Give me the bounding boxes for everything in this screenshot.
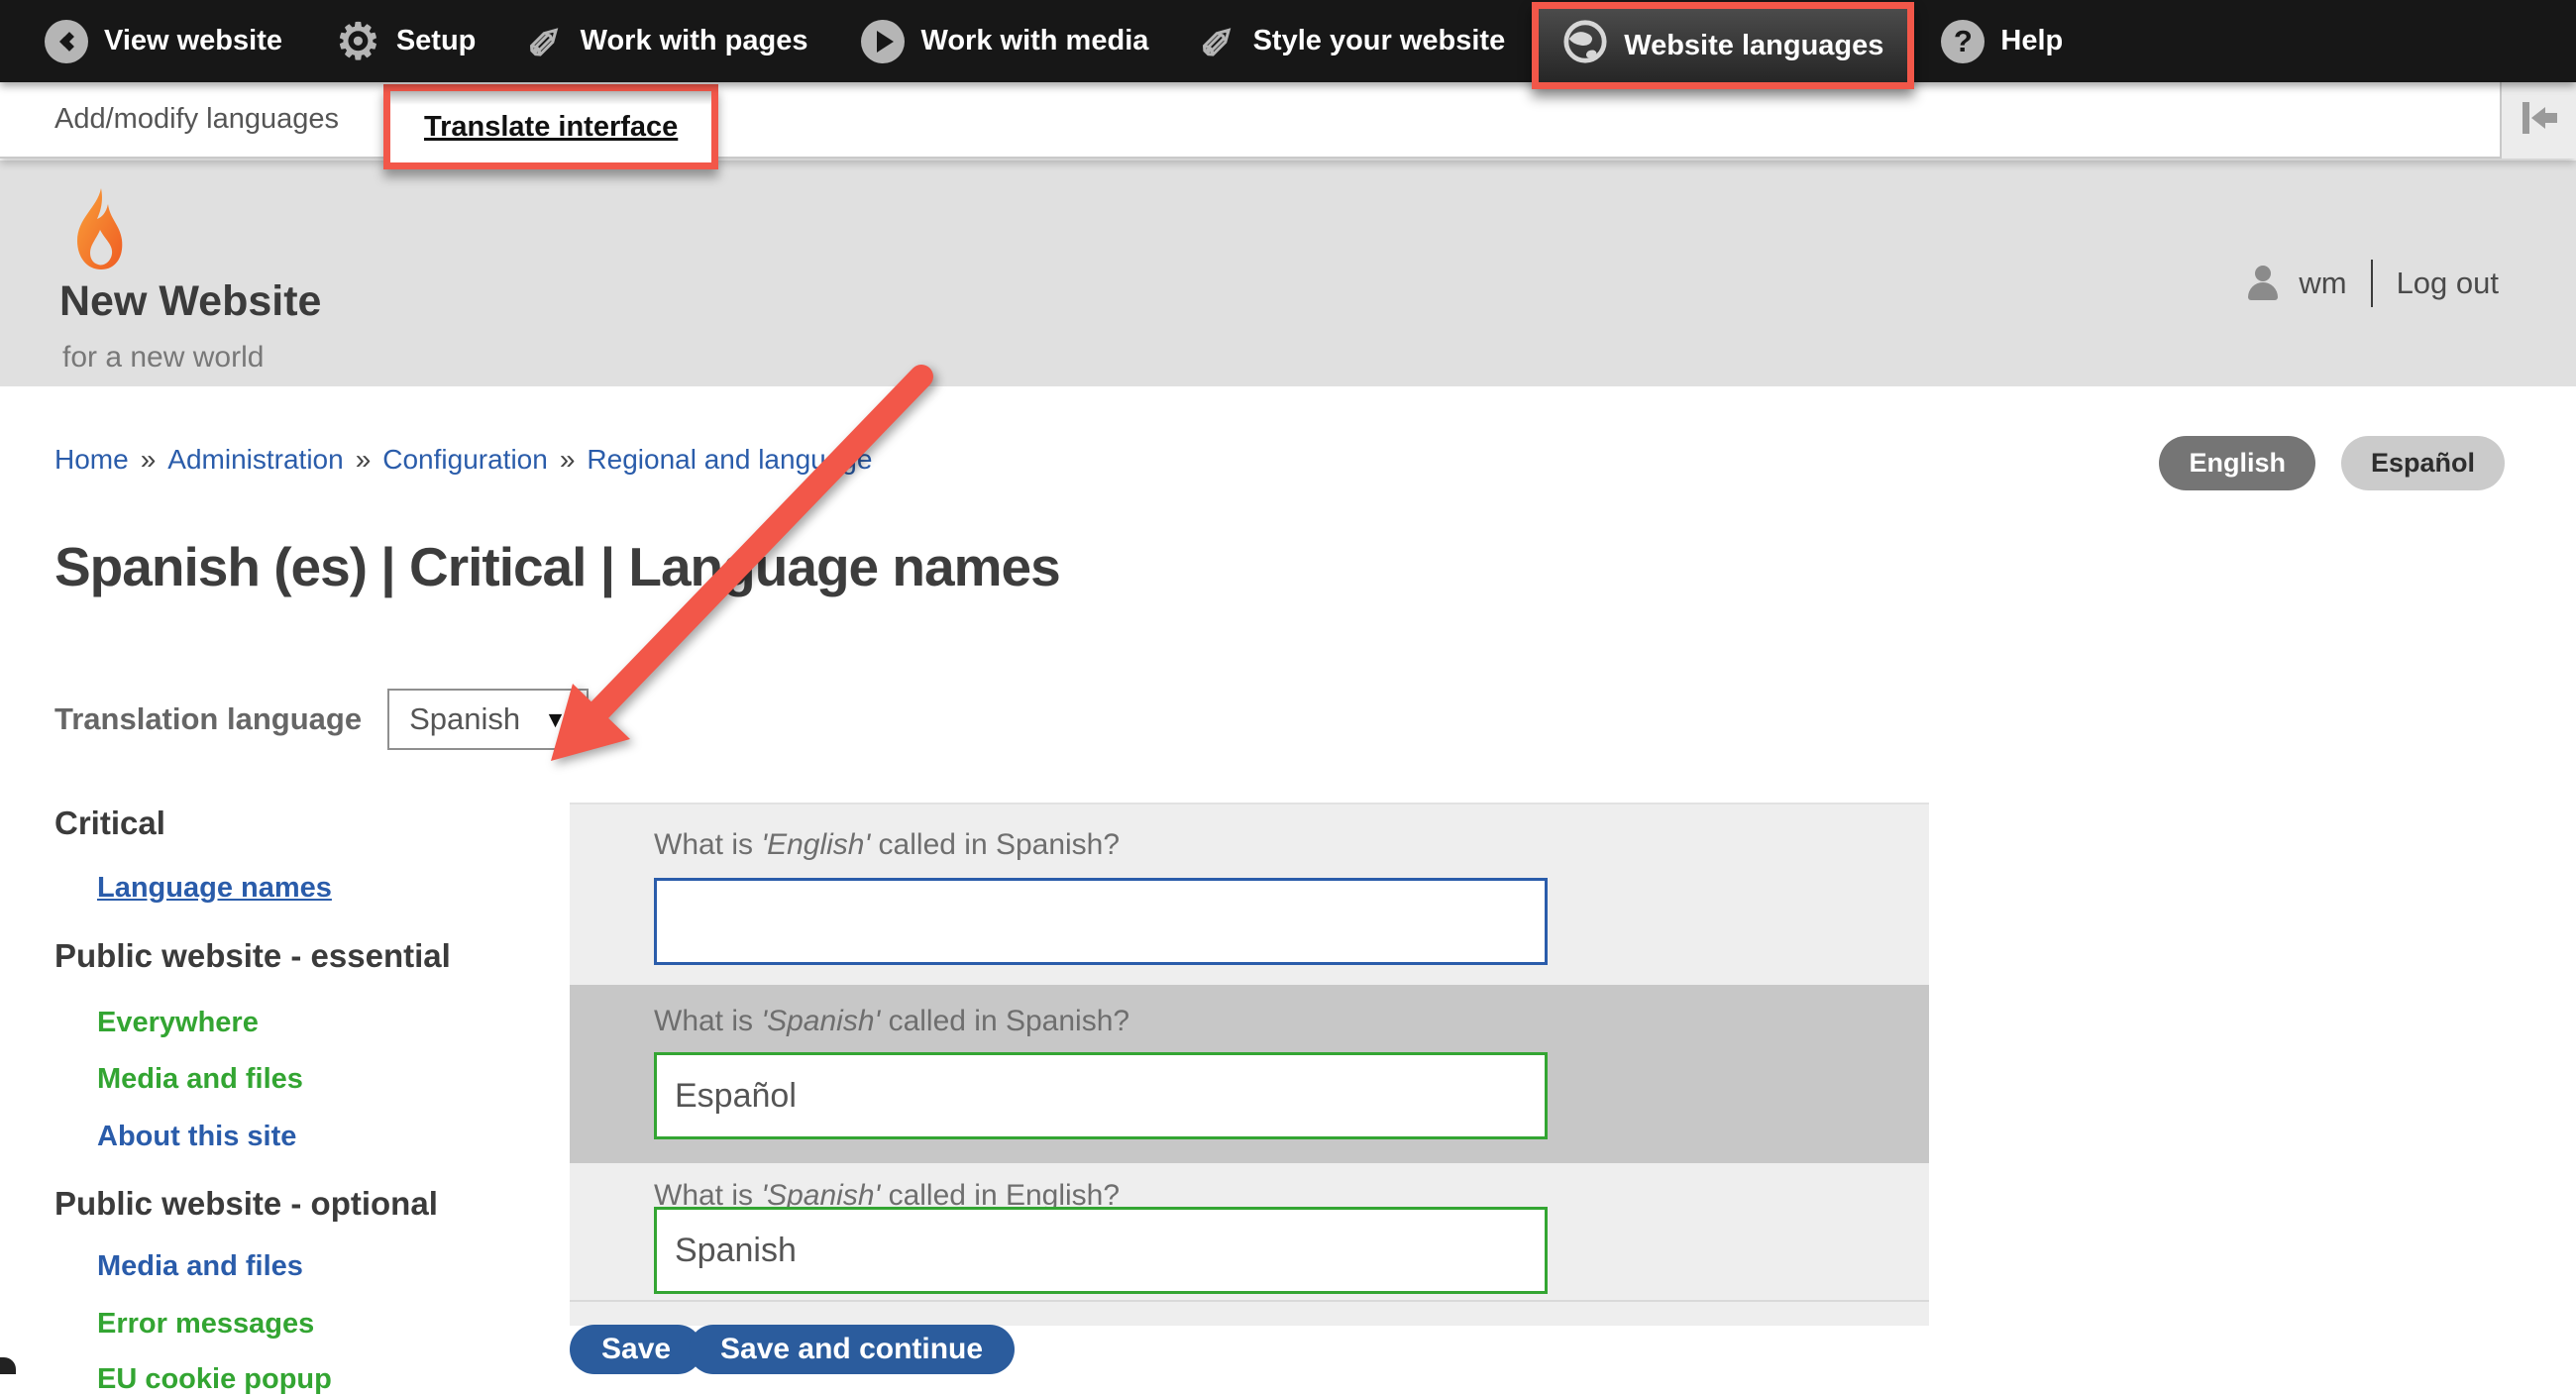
user-name[interactable]: wm bbox=[2299, 266, 2346, 301]
globe-icon bbox=[1562, 19, 1608, 72]
form-row: What is 'Spanish' called in English? bbox=[570, 1163, 1929, 1300]
page-title: Spanish (es) | Critical | Language names bbox=[54, 535, 1060, 598]
nav-item-label: View website bbox=[104, 25, 282, 57]
notification-corner bbox=[0, 1357, 16, 1374]
selected-language: Spanish bbox=[409, 701, 520, 737]
sidebar-item-error-messages[interactable]: Error messages bbox=[97, 1308, 314, 1341]
play-circle-icon bbox=[861, 20, 905, 63]
nav-item-label: Work with pages bbox=[581, 25, 808, 57]
brush-icon: ✎ bbox=[1199, 24, 1240, 58]
nav-item-label: Work with media bbox=[920, 25, 1148, 57]
sidebar-item-media-and-files-optional[interactable]: Media and files bbox=[97, 1250, 303, 1283]
site-header: New Website for a new world wm Log out bbox=[0, 161, 2576, 386]
form-row: What is 'English' called in Spanish? bbox=[570, 805, 1929, 985]
nav-item-setup[interactable]: ⚙ Setup bbox=[309, 0, 502, 82]
breadcrumb-regional-language[interactable]: Regional and language bbox=[587, 444, 872, 475]
sub-navigation: Add/modify languages Translate interface bbox=[0, 82, 2576, 159]
sidebar-section-public-optional: Public website - optional bbox=[54, 1185, 438, 1223]
nav-item-help[interactable]: ? Help bbox=[1914, 0, 2090, 82]
collapse-left-icon bbox=[2518, 98, 2561, 143]
language-pill-espanol[interactable]: Español bbox=[2341, 436, 2505, 490]
collapse-menu-button[interactable] bbox=[2500, 82, 2576, 159]
nav-item-style-your-website[interactable]: ✎ Style your website bbox=[1175, 0, 1532, 82]
question-label: What is 'English' called in Spanish? bbox=[654, 828, 1120, 862]
tab-translate-interface[interactable]: Translate interface bbox=[383, 84, 718, 169]
breadcrumb-configuration[interactable]: Configuration bbox=[382, 444, 548, 475]
save-and-continue-button[interactable]: Save and continue bbox=[689, 1325, 1015, 1374]
breadcrumb-separator: » bbox=[356, 444, 372, 475]
top-navigation: View website ⚙ Setup ✎ Work with pages W… bbox=[0, 0, 2576, 82]
sidebar-item-about-this-site[interactable]: About this site bbox=[97, 1121, 296, 1153]
sidebar-item-everywhere[interactable]: Everywhere bbox=[97, 1007, 259, 1039]
gear-icon: ⚙ bbox=[336, 17, 380, 66]
sidebar-item-language-names[interactable]: Language names bbox=[97, 872, 332, 905]
question-label: What is 'Spanish' called in Spanish? bbox=[654, 1005, 1129, 1038]
user-box: wm Log out bbox=[2245, 260, 2499, 307]
sidebar-item-media-and-files[interactable]: Media and files bbox=[97, 1063, 303, 1096]
nav-item-label: Style your website bbox=[1253, 25, 1506, 57]
user-icon bbox=[2245, 266, 2281, 301]
breadcrumb-administration[interactable]: Administration bbox=[167, 444, 343, 475]
save-button[interactable]: Save bbox=[570, 1325, 702, 1374]
nav-item-work-with-pages[interactable]: ✎ Work with pages bbox=[502, 0, 834, 82]
translation-input-english-in-spanish[interactable] bbox=[654, 878, 1548, 965]
language-pill-english[interactable]: English bbox=[2159, 436, 2315, 490]
translation-input-spanish-in-spanish[interactable] bbox=[654, 1052, 1548, 1139]
nav-item-website-languages[interactable]: Website languages bbox=[1532, 2, 1914, 89]
form-row-partial bbox=[570, 1302, 1929, 1326]
translation-form: What is 'English' called in Spanish? Wha… bbox=[570, 803, 1929, 1326]
translation-language-row: Translation language Spanish ▼ bbox=[54, 689, 589, 750]
divider bbox=[2371, 260, 2373, 307]
sidebar-section-public-essential: Public website - essential bbox=[54, 937, 451, 975]
breadcrumb: Home » Administration » Configuration » Region… bbox=[54, 444, 872, 476]
sidebar-section-critical: Critical bbox=[54, 805, 165, 842]
breadcrumb-separator: » bbox=[560, 444, 576, 475]
site-tagline: for a new world bbox=[62, 341, 264, 375]
nav-item-label: Website languages bbox=[1624, 30, 1883, 62]
flame-logo-icon bbox=[65, 186, 129, 282]
sidebar-item-eu-cookie-popup[interactable]: EU cookie popup bbox=[97, 1363, 332, 1396]
pencil-icon: ✎ bbox=[526, 24, 568, 58]
caret-down-icon: ▼ bbox=[544, 706, 567, 733]
breadcrumb-home[interactable]: Home bbox=[54, 444, 129, 475]
form-row-highlighted: What is 'Spanish' called in Spanish? bbox=[570, 985, 1929, 1163]
back-circle-icon bbox=[45, 20, 88, 63]
translation-language-select[interactable]: Spanish ▼ bbox=[387, 689, 589, 750]
nav-item-view-website[interactable]: View website bbox=[18, 0, 309, 82]
language-switcher: English Español bbox=[2159, 436, 2505, 490]
question-icon: ? bbox=[1941, 20, 1985, 63]
nav-item-work-with-media[interactable]: Work with media bbox=[834, 0, 1175, 82]
translation-input-spanish-in-english[interactable] bbox=[654, 1207, 1548, 1294]
translation-language-label: Translation language bbox=[54, 701, 362, 737]
tab-add-modify-languages[interactable]: Add/modify languages bbox=[54, 103, 339, 136]
breadcrumb-separator: » bbox=[141, 444, 157, 475]
logout-link[interactable]: Log out bbox=[2397, 266, 2499, 301]
nav-item-label: Setup bbox=[396, 25, 477, 57]
site-name: New Website bbox=[59, 277, 321, 326]
nav-item-label: Help bbox=[2000, 25, 2063, 57]
